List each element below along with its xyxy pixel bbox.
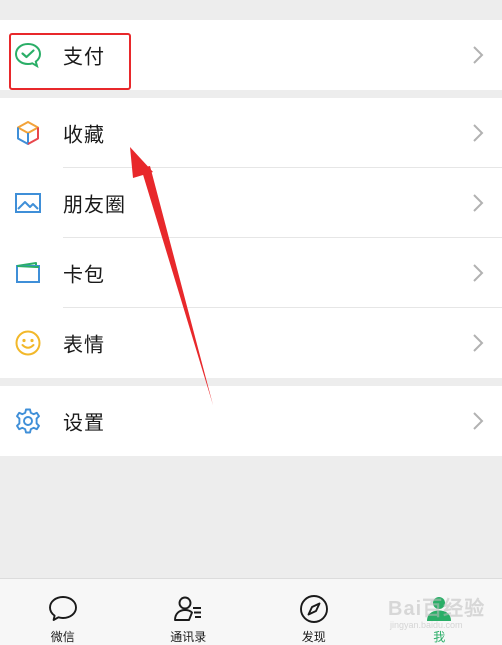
contacts-icon [172, 593, 204, 625]
tab-chats-label: 微信 [50, 630, 75, 644]
menu-item-settings[interactable]: 设置 [0, 386, 502, 456]
image-icon [14, 189, 42, 217]
me-page: 支付 收藏 朋友圈 卡包 表情 设置 微信 通讯录 发现 我 Bai百经验 ji… [0, 0, 502, 645]
tab-discover[interactable]: 发现 [251, 579, 377, 645]
chat-bubble-icon [47, 593, 79, 625]
tab-contacts[interactable]: 通讯录 [126, 579, 252, 645]
menu-item-settings-label: 设置 [63, 410, 105, 435]
cube-icon [14, 119, 42, 147]
compass-icon [298, 593, 330, 625]
chevron-right-icon [473, 194, 484, 212]
menu-item-moments-label: 朋友圈 [63, 192, 126, 217]
tab-contacts-label: 通讯录 [170, 630, 207, 644]
chevron-right-icon [473, 124, 484, 142]
tab-discover-label: 发现 [301, 630, 326, 644]
menu-item-stickers[interactable]: 表情 [0, 308, 502, 378]
menu-item-pay[interactable]: 支付 [0, 20, 502, 90]
chevron-right-icon [473, 264, 484, 282]
menu-item-favorites[interactable]: 收藏 [0, 98, 502, 168]
tab-me-label: 我 [433, 630, 446, 644]
chevron-right-icon [473, 334, 484, 352]
chevron-right-icon [473, 412, 484, 430]
group-pay: 支付 [0, 20, 502, 90]
group-services: 收藏 朋友圈 卡包 表情 [0, 98, 502, 378]
watermark-url: jingyan.baidu.com [390, 620, 463, 630]
tab-chats[interactable]: 微信 [0, 579, 126, 645]
menu-item-favorites-label: 收藏 [63, 122, 105, 147]
menu-item-cards-label: 卡包 [63, 262, 105, 287]
chevron-right-icon [473, 46, 484, 64]
card-wallet-icon [14, 259, 42, 287]
group-settings: 设置 [0, 386, 502, 456]
menu-item-stickers-label: 表情 [63, 332, 105, 357]
watermark: Bai百经验 [388, 598, 486, 620]
menu-item-moments[interactable]: 朋友圈 [0, 168, 502, 238]
menu-item-pay-label: 支付 [63, 44, 105, 69]
menu-item-cards[interactable]: 卡包 [0, 238, 502, 308]
smiley-icon [14, 329, 42, 357]
gear-icon [14, 407, 42, 435]
wechat-pay-icon [14, 41, 42, 69]
